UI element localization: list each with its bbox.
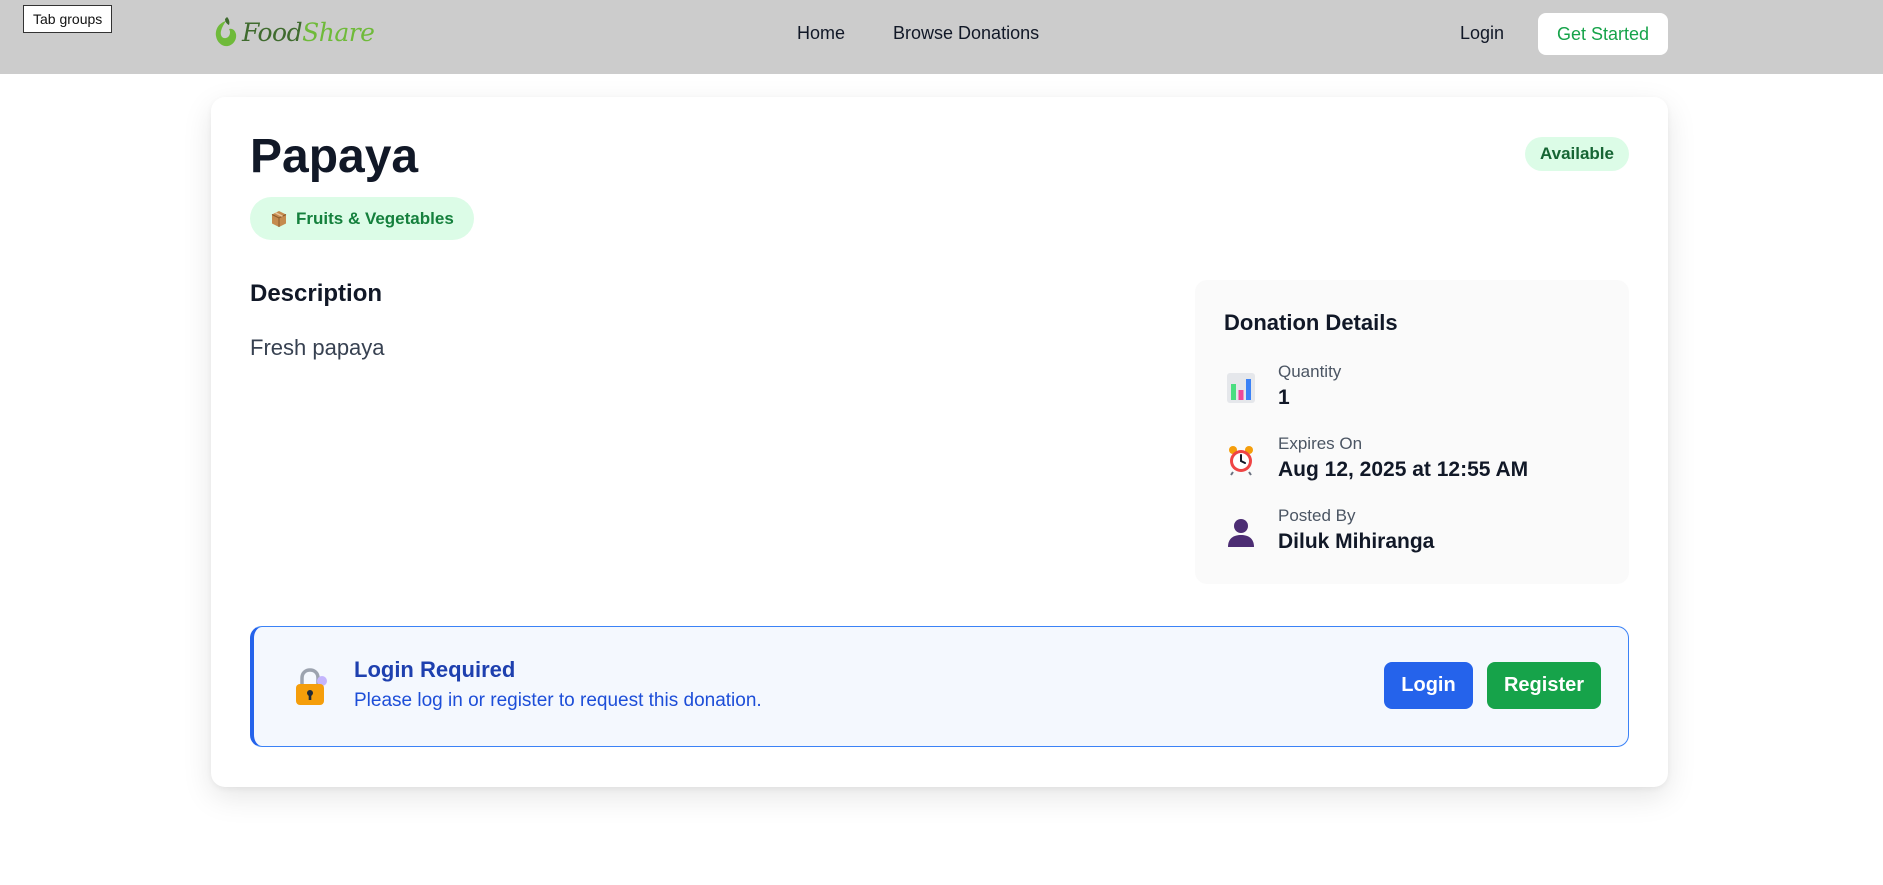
logo-text: FoodShare xyxy=(242,17,375,47)
login-button[interactable]: Login xyxy=(1384,662,1473,709)
description-heading: Description xyxy=(250,280,383,307)
person-icon xyxy=(1224,515,1258,549)
detail-expires-on: Expires On Aug 12, 2025 at 12:55 AM xyxy=(1224,433,1528,485)
bar-chart-icon xyxy=(1224,371,1258,405)
donation-details-heading: Donation Details xyxy=(1224,310,1398,335)
register-button[interactable]: Register xyxy=(1487,662,1601,709)
package-icon xyxy=(271,210,287,227)
expires-on-value: Aug 12, 2025 at 12:55 AM xyxy=(1278,458,1529,481)
expires-on-label: Expires On xyxy=(1278,434,1363,453)
detail-quantity: Quantity 1 xyxy=(1224,361,1341,413)
posted-by-value: Diluk Mihiranga xyxy=(1278,530,1435,553)
nav-home-link[interactable]: Home xyxy=(797,20,845,46)
donation-card: Papaya Available Fruits & Vegetables Des… xyxy=(211,97,1668,787)
detail-posted-by: Posted By Diluk Mihiranga xyxy=(1224,505,1434,557)
description-text: Fresh papaya xyxy=(250,335,385,360)
quantity-label: Quantity xyxy=(1278,362,1342,381)
nav-browse-donations-link[interactable]: Browse Donations xyxy=(893,20,1039,46)
quantity-value: 1 xyxy=(1278,386,1290,409)
status-badge: Available xyxy=(1524,137,1629,171)
category-label: Fruits & Vegetables xyxy=(296,208,454,228)
logo-icon xyxy=(215,17,237,47)
login-required-title: Login Required xyxy=(354,657,516,682)
foodshare-logo[interactable]: FoodShare xyxy=(212,14,375,50)
login-required-message: Please log in or register to request thi… xyxy=(354,690,762,711)
tab-groups-button[interactable]: Tab groups xyxy=(23,5,113,33)
main-nav: Home Browse Donations xyxy=(797,20,1039,46)
get-started-button[interactable]: Get Started xyxy=(1538,13,1668,55)
login-required-alert: Login Required Please log in or register… xyxy=(250,626,1629,747)
nav-login-link[interactable]: Login xyxy=(1460,20,1504,46)
navbar: FoodShare Home Browse Donations Login Ge… xyxy=(0,0,1883,74)
category-badge: Fruits & Vegetables xyxy=(250,197,474,240)
alarm-clock-icon xyxy=(1224,443,1258,477)
posted-by-label: Posted By xyxy=(1278,506,1356,525)
donation-details-panel: Donation Details Quantity 1 Expires On A… xyxy=(1195,280,1629,584)
donation-title: Papaya xyxy=(250,130,419,183)
lock-icon xyxy=(290,667,330,712)
